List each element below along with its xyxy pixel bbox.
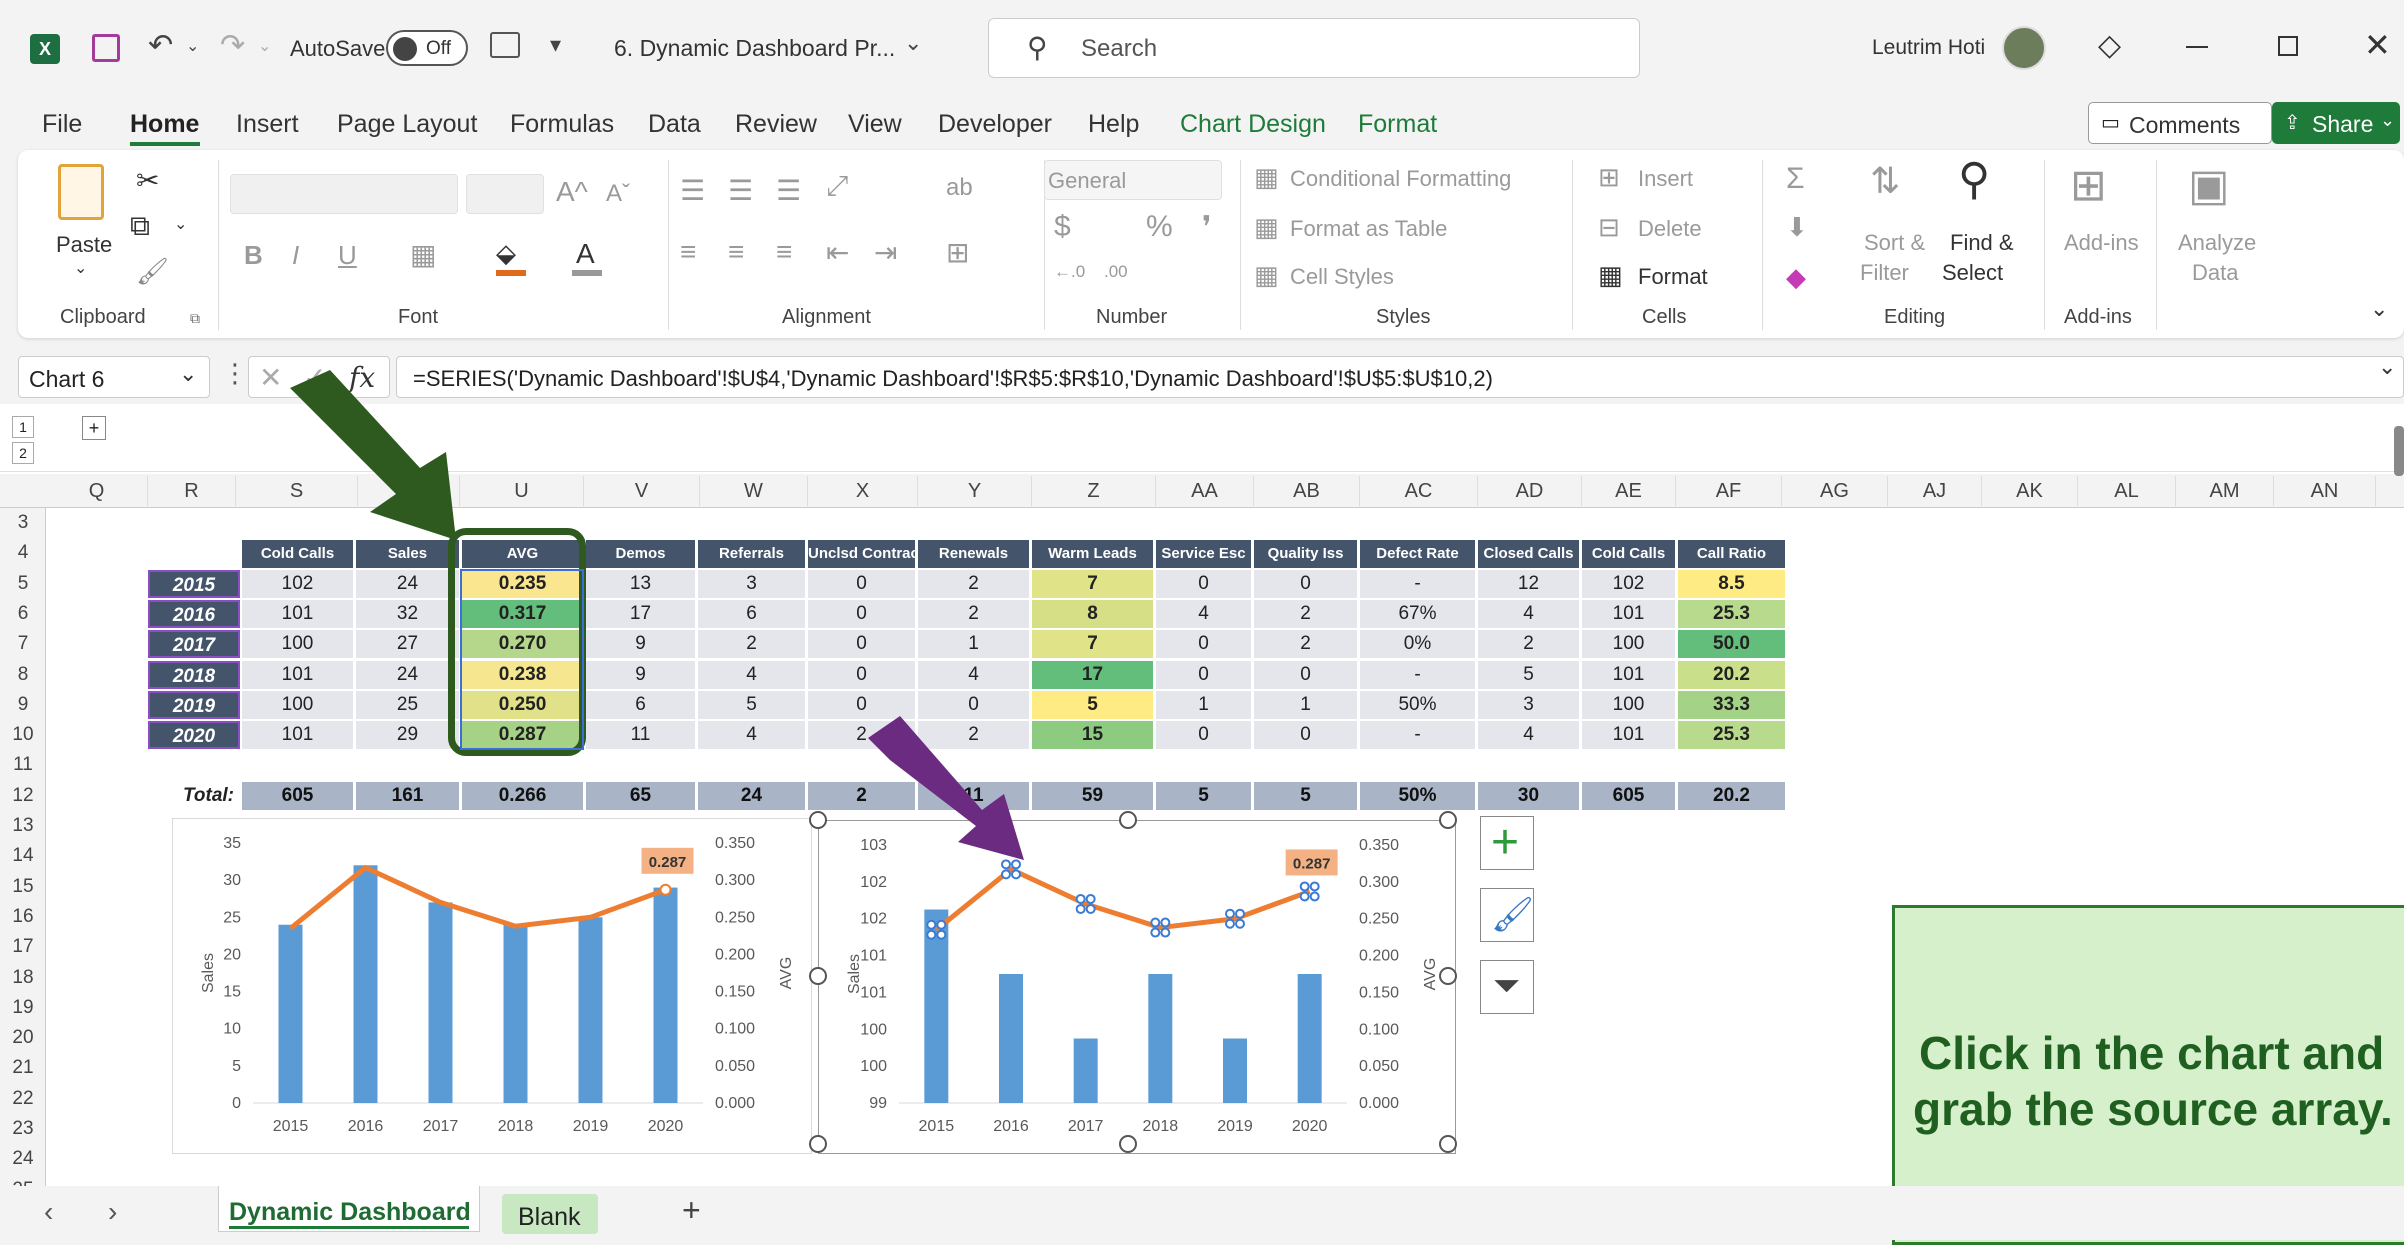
sheet-tab-dynamic-dashboard[interactable]: Dynamic Dashboard [218, 1186, 480, 1232]
scroll-left-icon[interactable]: ‹ [44, 1196, 53, 1228]
active-sheet-underline [229, 1226, 469, 1229]
scroll-right-icon[interactable]: › [108, 1196, 117, 1228]
sheet-tab-label: Dynamic Dashboard [229, 1198, 471, 1226]
sheet-tab-bar: ‹ › Dynamic Dashboard Blank + [0, 1186, 2404, 1240]
sheet-tab-label: Blank [518, 1203, 581, 1231]
callout-line-1: Click in the chart and [1919, 1027, 2385, 1079]
sheet-tab-blank[interactable]: Blank [502, 1194, 598, 1234]
callout-line-2: grab the source array. [1913, 1083, 2393, 1135]
add-sheet-button[interactable]: + [682, 1192, 701, 1229]
green-arrow [290, 370, 456, 540]
purple-arrow [868, 716, 1024, 860]
